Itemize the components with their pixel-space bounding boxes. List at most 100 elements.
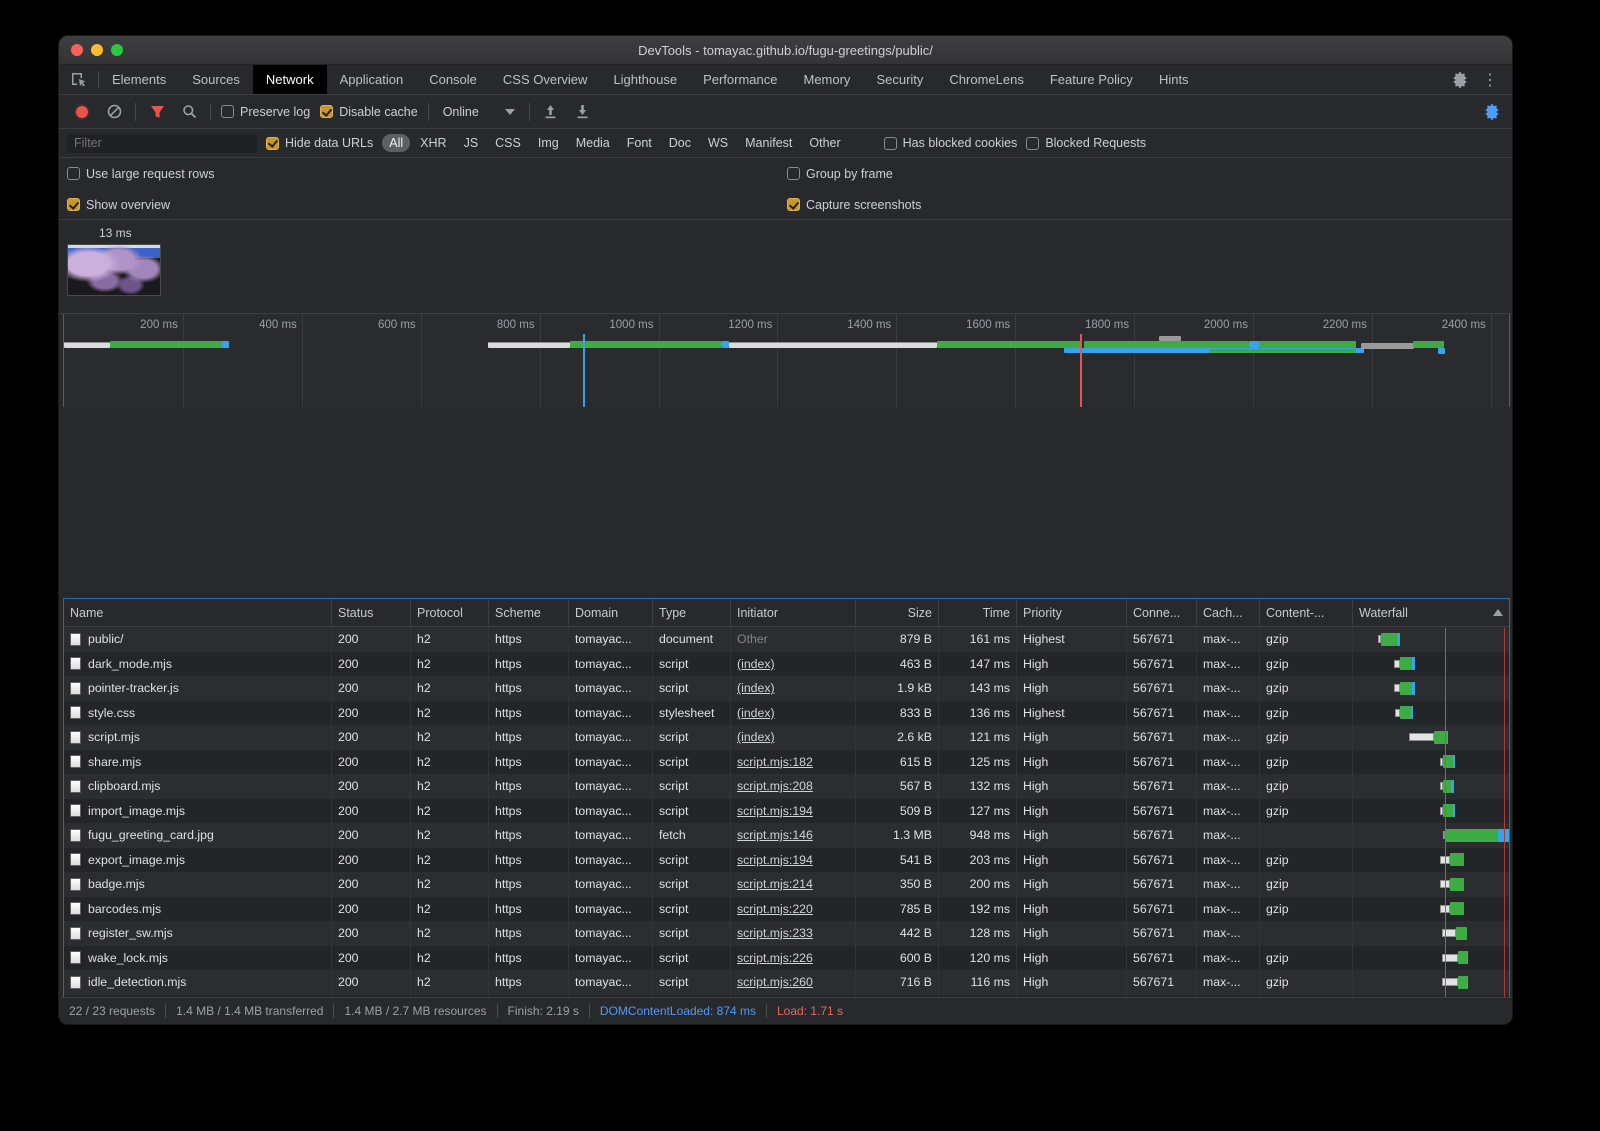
tab-network[interactable]: Network	[253, 65, 327, 94]
initiator-link[interactable]: script.mjs:194	[737, 804, 813, 818]
filter-pill-all[interactable]: All	[382, 134, 410, 152]
cell-waterfall[interactable]	[1353, 774, 1509, 799]
cell-initiator[interactable]: (index)	[731, 652, 856, 677]
column-header-cach[interactable]: Cach...	[1197, 599, 1260, 626]
cell-name[interactable]: public/	[64, 627, 332, 652]
cell-initiator[interactable]: script.mjs:194	[731, 848, 856, 873]
tab-performance[interactable]: Performance	[690, 65, 790, 94]
cell-initiator[interactable]: script.mjs:233	[731, 921, 856, 946]
column-header-status[interactable]: Status	[332, 599, 411, 626]
request-row-export-image-mjs-9[interactable]: export_image.mjs200h2httpstomayac...scri…	[64, 848, 1509, 873]
cell-waterfall[interactable]	[1353, 750, 1509, 775]
network-overview-timeline[interactable]: 200 ms400 ms600 ms800 ms1000 ms1200 ms14…	[63, 314, 1510, 407]
disable-cache-checkbox[interactable]: Disable cache	[320, 105, 418, 119]
checkbox-box[interactable]	[266, 137, 279, 150]
tab-application[interactable]: Application	[327, 65, 417, 94]
tab-feature-policy[interactable]: Feature Policy	[1037, 65, 1146, 94]
cell-initiator[interactable]: (index)	[731, 725, 856, 750]
checkbox-box[interactable]	[320, 105, 333, 118]
record-network-log-button[interactable]	[71, 101, 93, 123]
clear-network-log-button[interactable]	[103, 101, 125, 123]
hide-data-urls-checkbox[interactable]: Hide data URLs	[266, 136, 373, 150]
initiator-link[interactable]: script.mjs:194	[737, 853, 813, 867]
group-by-frame-checkbox[interactable]: Group by frame	[787, 167, 1504, 181]
request-row-clipboard-mjs-6[interactable]: clipboard.mjs200h2httpstomayac...scripts…	[64, 774, 1509, 799]
column-header-domain[interactable]: Domain	[569, 599, 653, 626]
search-button[interactable]	[178, 101, 200, 123]
zoom-window-button[interactable]	[111, 44, 123, 56]
column-header-waterfall[interactable]: Waterfall	[1353, 599, 1509, 626]
initiator-link[interactable]: script.mjs:220	[737, 902, 813, 916]
request-row-badge-mjs-10[interactable]: badge.mjs200h2httpstomayac...scriptscrip…	[64, 872, 1509, 897]
column-header-scheme[interactable]: Scheme	[489, 599, 569, 626]
request-row-style-css-3[interactable]: style.css200h2httpstomayac...stylesheet(…	[64, 701, 1509, 726]
initiator-link[interactable]: script.mjs:146	[737, 828, 813, 842]
filter-pill-font[interactable]: Font	[620, 134, 659, 152]
filter-pill-doc[interactable]: Doc	[662, 134, 698, 152]
cell-waterfall[interactable]	[1353, 652, 1509, 677]
cell-initiator[interactable]: script.mjs:182	[731, 750, 856, 775]
cell-initiator[interactable]: (index)	[731, 701, 856, 726]
column-header-initiator[interactable]: Initiator	[731, 599, 856, 626]
column-header-content[interactable]: Content-...	[1260, 599, 1353, 626]
initiator-link[interactable]: (index)	[737, 657, 775, 671]
capture-screenshots-checkbox[interactable]: Capture screenshots	[787, 198, 1504, 212]
has-blocked-cookies-checkbox[interactable]: Has blocked cookies	[884, 136, 1018, 150]
tab-chromelens[interactable]: ChromeLens	[936, 65, 1036, 94]
filter-input[interactable]	[67, 134, 257, 153]
checkbox-box[interactable]	[787, 198, 800, 211]
cell-name[interactable]: register_sw.mjs	[64, 921, 332, 946]
cell-waterfall[interactable]	[1353, 701, 1509, 726]
cell-name[interactable]: script.mjs	[64, 725, 332, 750]
request-row-barcodes-mjs-11[interactable]: barcodes.mjs200h2httpstomayac...scriptsc…	[64, 897, 1509, 922]
checkbox-box[interactable]	[221, 105, 234, 118]
request-row-register-sw-mjs-12[interactable]: register_sw.mjs200h2httpstomayac...scrip…	[64, 921, 1509, 946]
tab-elements[interactable]: Elements	[99, 65, 179, 94]
cell-initiator[interactable]: script.mjs:260	[731, 970, 856, 995]
filmstrip-screenshot[interactable]	[67, 244, 161, 296]
cell-name[interactable]: wake_lock.mjs	[64, 946, 332, 971]
request-row-wake-lock-mjs-13[interactable]: wake_lock.mjs200h2httpstomayac...scripts…	[64, 946, 1509, 971]
import-har-button[interactable]	[540, 101, 562, 123]
request-row-pointer-tracker-js-2[interactable]: pointer-tracker.js200h2httpstomayac...sc…	[64, 676, 1509, 701]
checkbox-box[interactable]	[787, 167, 800, 180]
cell-name[interactable]: export_image.mjs	[64, 848, 332, 873]
cell-initiator[interactable]: script.mjs:226	[731, 946, 856, 971]
tab-sources[interactable]: Sources	[179, 65, 253, 94]
checkbox-box[interactable]	[67, 198, 80, 211]
tab-css-overview[interactable]: CSS Overview	[490, 65, 601, 94]
use-large-request-rows-checkbox[interactable]: Use large request rows	[67, 167, 787, 181]
cell-initiator[interactable]: script.mjs:208	[731, 774, 856, 799]
cell-waterfall[interactable]	[1353, 627, 1509, 652]
filter-pill-manifest[interactable]: Manifest	[738, 134, 799, 152]
cell-waterfall[interactable]	[1353, 676, 1509, 701]
request-row-idle-detection-mjs-14[interactable]: idle_detection.mjs200h2httpstomayac...sc…	[64, 970, 1509, 995]
tab-security[interactable]: Security	[863, 65, 936, 94]
initiator-link[interactable]: (index)	[737, 681, 775, 695]
cell-waterfall[interactable]	[1353, 823, 1509, 848]
initiator-link[interactable]: script.mjs:260	[737, 975, 813, 989]
filter-pill-media[interactable]: Media	[569, 134, 617, 152]
cell-waterfall[interactable]	[1353, 897, 1509, 922]
request-row-dark-mode-mjs-1[interactable]: dark_mode.mjs200h2httpstomayac...script(…	[64, 652, 1509, 677]
initiator-link[interactable]: script.mjs:182	[737, 755, 813, 769]
column-header-type[interactable]: Type	[653, 599, 731, 626]
cell-initiator[interactable]: script.mjs:214	[731, 872, 856, 897]
initiator-link[interactable]: (index)	[737, 730, 775, 744]
tab-memory[interactable]: Memory	[790, 65, 863, 94]
initiator-link[interactable]: script.mjs:226	[737, 951, 813, 965]
cell-name[interactable]: badge.mjs	[64, 872, 332, 897]
cell-name[interactable]: pointer-tracker.js	[64, 676, 332, 701]
column-header-priority[interactable]: Priority	[1017, 599, 1127, 626]
checkbox-box[interactable]	[1026, 137, 1039, 150]
column-header-size[interactable]: Size	[856, 599, 939, 626]
request-row-import-image-mjs-7[interactable]: import_image.mjs200h2httpstomayac...scri…	[64, 799, 1509, 824]
inspect-element-button[interactable]	[59, 71, 99, 88]
column-header-conne[interactable]: Conne...	[1127, 599, 1197, 626]
request-row-script-mjs-4[interactable]: script.mjs200h2httpstomayac...script(ind…	[64, 725, 1509, 750]
cell-waterfall[interactable]	[1353, 725, 1509, 750]
filter-pill-img[interactable]: Img	[531, 134, 566, 152]
settings-gear-icon[interactable]	[1452, 72, 1468, 88]
filter-pill-ws[interactable]: WS	[701, 134, 735, 152]
request-row-fugu-greeting-card-jpg-8[interactable]: fugu_greeting_card.jpg200h2httpstomayac.…	[64, 823, 1509, 848]
